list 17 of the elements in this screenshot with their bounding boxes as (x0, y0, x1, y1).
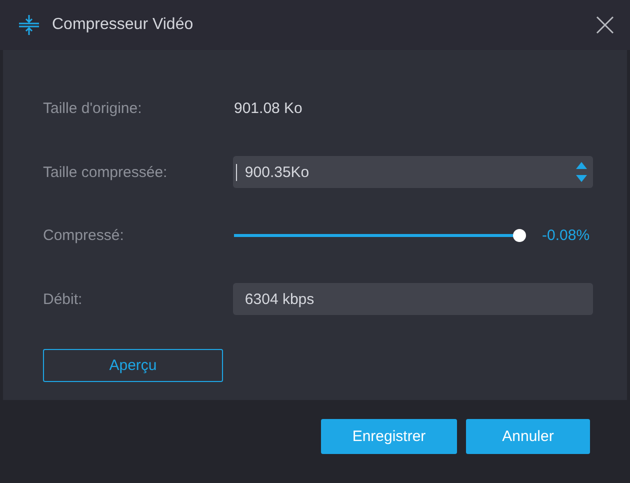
up-arrow-icon[interactable] (576, 162, 587, 170)
size-field[interactable]: 900.35Ko (232, 156, 593, 188)
field-label: Taille compressée: (43, 164, 168, 181)
bitrate-field[interactable]: 6304 kbps (232, 283, 593, 316)
value-text: 901.08 Ko (234, 100, 302, 118)
dialog-button[interactable]: Enregistrer (321, 419, 457, 454)
slider-thumb[interactable] (513, 229, 526, 242)
down-arrow-icon[interactable] (576, 175, 587, 182)
close-icon[interactable] (596, 16, 614, 34)
window-title: Compresseur Vidéo (52, 16, 194, 34)
field-label: Compressé: (43, 227, 125, 244)
field-label: Débit: (43, 290, 84, 308)
compress-icon (18, 14, 40, 36)
preview-button[interactable]: Aperçu (43, 349, 223, 382)
dialog-button[interactable]: Annuler (466, 419, 590, 454)
percent-reading: -0.08% (542, 227, 590, 244)
field-label: Taille d'origine: (43, 100, 143, 118)
